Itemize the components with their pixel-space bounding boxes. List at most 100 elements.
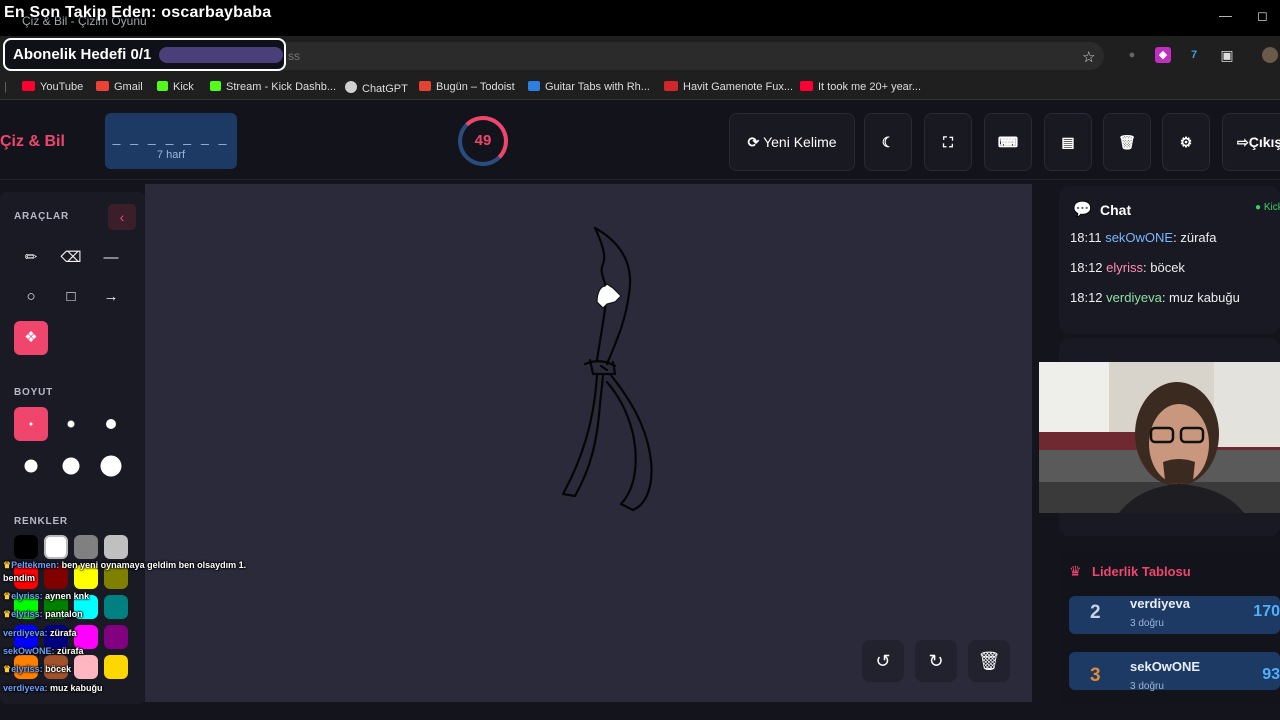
clear-canvas-button[interactable]: 🗑 xyxy=(968,640,1010,682)
new-word-button[interactable]: ⟳ Yeni Kelime xyxy=(729,113,855,171)
exit-button[interactable]: ⇨Çıkış xyxy=(1222,113,1280,171)
extension-icon[interactable]: ◆ xyxy=(1155,47,1171,63)
size-option-1[interactable] xyxy=(14,407,48,441)
leaderboard-detail: 3 doğru xyxy=(1130,618,1164,629)
chat-time: 18:11 xyxy=(1070,230,1102,245)
color-swatch[interactable] xyxy=(104,655,128,679)
leaderboard-rank: 3 xyxy=(1090,665,1101,686)
overlay-chat-line: ♛elyriss: pantalon xyxy=(3,609,83,620)
extension-icon[interactable]: ● xyxy=(1124,47,1140,63)
leaderboard-rank: 2 xyxy=(1090,602,1101,623)
size-dot xyxy=(24,459,38,473)
bookmark-label: It took me 20+ year... xyxy=(818,81,922,93)
bookmark-kick-dashboard[interactable]: Stream - Kick Dashb... xyxy=(210,81,336,93)
crown-icon: ♛ xyxy=(3,609,12,619)
rectangle-tool[interactable]: □ xyxy=(54,280,88,314)
overlay-chat-line: verdiyeva: muz kabuğu xyxy=(3,683,103,693)
bookmark-label: Guitar Tabs with Rh... xyxy=(545,81,650,93)
new-word-label: Yeni Kelime xyxy=(763,134,837,150)
bookmark-label: Havit Gamenote Fux... xyxy=(683,81,794,93)
drawing-canvas[interactable] xyxy=(145,184,1032,702)
fill-tool[interactable]: ❖ xyxy=(14,321,48,355)
line-icon: — xyxy=(103,249,119,266)
leaderboard-row: 3 sekOwONE 3 doğru 93 xyxy=(1069,652,1280,692)
color-swatch[interactable] xyxy=(14,535,38,559)
bookmark-kick[interactable]: Kick xyxy=(157,81,194,93)
chat-status-label: Kick xyxy=(1263,202,1280,213)
size-option-4[interactable] xyxy=(14,449,48,483)
word-dashes: _ _ _ _ _ _ _ xyxy=(112,129,230,145)
redo-icon: ↻ xyxy=(928,651,944,671)
collapse-panel-button[interactable]: ‹ xyxy=(108,204,136,230)
chat-message: 18:11 sekOwONE: zürafa xyxy=(1070,230,1216,245)
extensions-puzzle-icon[interactable]: ▣ xyxy=(1219,47,1235,63)
overlay-chat-user: Peltekmen: xyxy=(11,560,62,570)
leaderboard-panel: ♛ Liderlik Tablosu 2 verdiyeva 3 doğru 1… xyxy=(1059,552,1280,704)
bookmark-todoist[interactable]: Bugün – Todoist xyxy=(419,81,515,93)
bookmark-star-icon[interactable]: ☆ xyxy=(1082,48,1095,66)
overlay-chat-user: verdiyeva: xyxy=(3,683,51,693)
bookmark-havit[interactable]: Havit Gamenote Fux... xyxy=(664,81,793,93)
color-swatch[interactable] xyxy=(104,535,128,559)
minimize-icon[interactable]: — xyxy=(1219,8,1232,23)
eraser-tool[interactable]: ⌫ xyxy=(54,241,88,275)
circle-tool[interactable]: ○ xyxy=(14,280,48,314)
colors-section-title: RENKLER xyxy=(14,516,68,527)
chat-user: elyriss xyxy=(1106,260,1144,275)
webcam-overlay xyxy=(1039,362,1280,513)
settings-button[interactable]: ⚙ xyxy=(1162,113,1210,171)
bookmark-gmail[interactable]: Gmail xyxy=(96,81,143,93)
fullscreen-button[interactable]: ⛶ xyxy=(924,113,972,171)
bookmark-youtube-video[interactable]: It took me 20+ year... xyxy=(800,81,921,93)
subscription-goal-text: Abonelik Hedefi 0/1 xyxy=(13,46,152,63)
keyboard-button[interactable]: ⌨ xyxy=(984,113,1032,171)
size-dot xyxy=(100,455,122,477)
size-option-3[interactable] xyxy=(94,407,128,441)
color-swatch[interactable] xyxy=(74,535,98,559)
word-hint-box: _ _ _ _ _ _ _ 7 harf xyxy=(105,113,237,169)
leaderboard-score: 93 xyxy=(1262,666,1280,683)
extension-icon[interactable]: 7 xyxy=(1186,47,1202,63)
word-length: 7 harf xyxy=(156,149,186,161)
size-option-2[interactable] xyxy=(54,407,88,441)
circle-icon: ○ xyxy=(26,288,36,305)
line-tool[interactable]: — xyxy=(94,241,128,275)
theme-toggle-button[interactable]: ☾ xyxy=(864,113,912,171)
profile-avatar[interactable] xyxy=(1262,47,1278,63)
color-swatch[interactable] xyxy=(74,655,98,679)
gear-icon: ⚙ xyxy=(1179,134,1193,150)
arrow-tool[interactable]: → xyxy=(94,280,128,314)
leaderboard-title: Liderlik Tablosu xyxy=(1092,564,1191,579)
subscription-goal-overlay: Abonelik Hedefi 0/1 xyxy=(3,38,286,71)
chat-status: ● Kick xyxy=(1255,202,1280,213)
brush-tool[interactable]: ✏ xyxy=(14,241,48,275)
bookmark-guitar-tabs[interactable]: Guitar Tabs with Rh... xyxy=(528,81,650,93)
size-option-5[interactable] xyxy=(54,449,88,483)
redo-button[interactable]: ↻ xyxy=(915,640,957,682)
exit-label: Çıkış xyxy=(1248,134,1280,150)
color-swatch[interactable] xyxy=(104,625,128,649)
color-swatch[interactable] xyxy=(104,595,128,619)
color-swatch[interactable] xyxy=(44,535,68,559)
overlay-chat-line: sekOwONE: zürafa xyxy=(3,646,84,656)
maximize-icon[interactable]: ◻ xyxy=(1257,8,1268,24)
gmail-icon xyxy=(96,81,109,91)
chevron-left-icon: ‹ xyxy=(119,209,125,225)
size-option-6[interactable] xyxy=(94,449,128,483)
arrow-right-icon: → xyxy=(103,288,119,305)
bookmark-youtube[interactable]: YouTube xyxy=(22,81,83,93)
overlay-chat-text: böcek xyxy=(45,664,72,674)
undo-button[interactable]: ↺ xyxy=(862,640,904,682)
bookmark-chatgpt[interactable]: ChatGPT xyxy=(345,81,408,95)
chatgpt-icon xyxy=(345,81,357,93)
overlay-chat-user: sekOwONE: xyxy=(3,646,58,656)
hand-cursor-icon xyxy=(596,283,622,309)
leaderboard-row: 2 verdiyeva 3 doğru 170 xyxy=(1069,596,1280,634)
overlay-chat-user: elyriss: xyxy=(11,609,46,619)
overlay-chat-line: verdiyeva: zürafa xyxy=(3,628,77,638)
drawing-surface xyxy=(561,226,653,512)
archive-button[interactable]: ▤ xyxy=(1044,113,1092,171)
chat-message: 18:12 elyriss: böcek xyxy=(1070,260,1185,275)
delete-button[interactable]: 🗑 xyxy=(1103,113,1151,171)
crown-icon: ♛ xyxy=(3,560,12,570)
